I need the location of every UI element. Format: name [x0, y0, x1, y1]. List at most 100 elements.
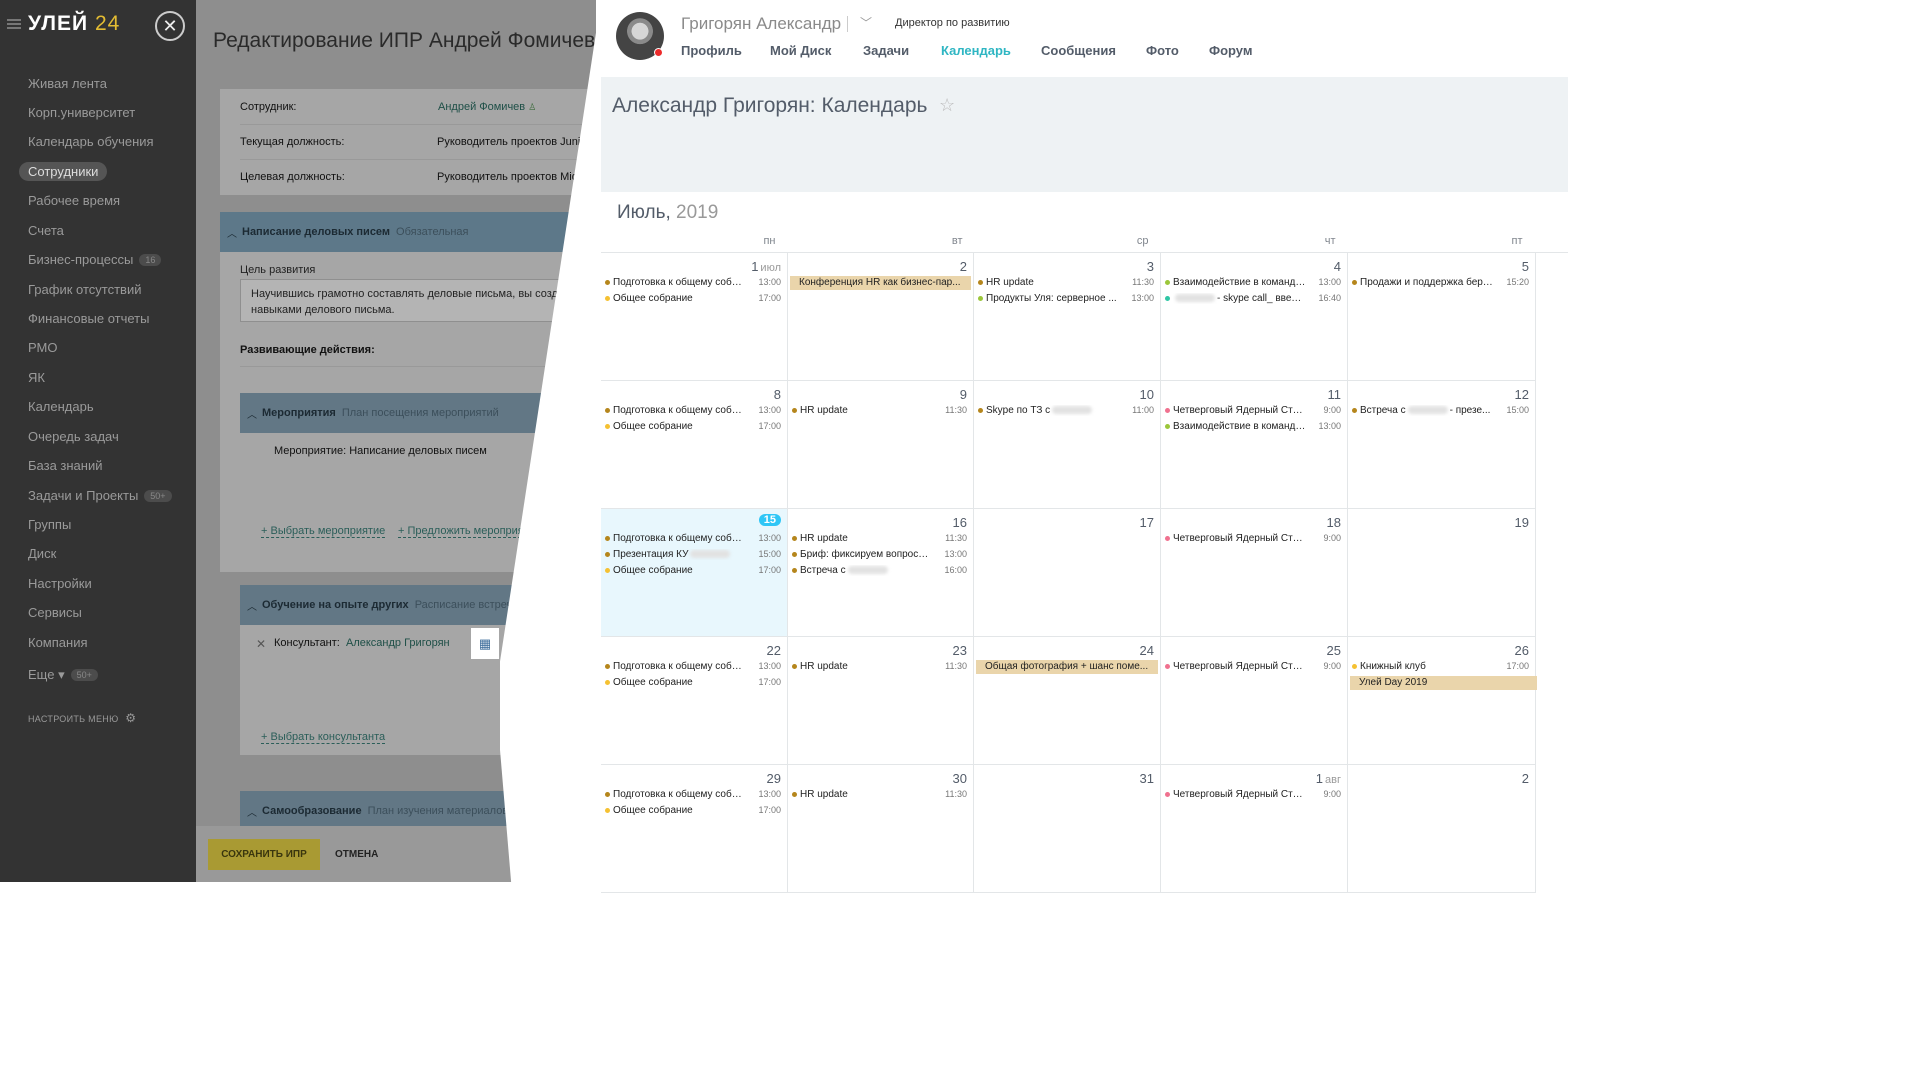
calendar-day[interactable]: 22 Подготовка к общему собра... 13:00 Общее… [601, 637, 788, 765]
calendar-event[interactable]: Четверговый Ядерный Стояк 9:00 [1165, 788, 1341, 802]
calendar-event[interactable]: HR update 11:30 [792, 532, 967, 546]
calendar-icon[interactable]: ▦ [471, 628, 499, 659]
star-icon[interactable]: ☆ [939, 95, 955, 116]
calendar-day[interactable]: 11 Четверговый Ядерный Стояк 9:00 Взаимодей… [1161, 381, 1348, 509]
calendar-day[interactable]: 17 [974, 509, 1161, 637]
calendar-event[interactable]: Подготовка к общему собра... 13:00 [605, 276, 781, 290]
section-business-letters[interactable]: ︿ Написание деловых писем Обязательная [220, 212, 592, 252]
calendar-event[interactable]: Подготовка к общему собра... 13:00 [605, 660, 781, 674]
calendar-event[interactable]: Продажи и поддержка беру... 15:20 [1352, 276, 1529, 290]
calendar-event[interactable]: Презентация КУ 15:00 [605, 548, 781, 562]
calendar-event[interactable]: Книжный клуб 17:00 [1352, 660, 1529, 674]
calendar-event[interactable]: Четверговый Ядерный Стояк 9:00 [1165, 532, 1341, 546]
tab-1[interactable]: Мой Диск [770, 43, 831, 58]
calendar-day[interactable]: 10 Skype по ТЗ с 11:00 [974, 381, 1161, 509]
calendar-event[interactable]: Взаимодействие в команде:... 13:00 [1165, 420, 1341, 434]
chevron-down-icon[interactable]: ﹀ [860, 14, 872, 31]
cancel-button[interactable]: ОТМЕНА [335, 849, 378, 860]
calendar-day[interactable]: 24 Общая фотография + шанс поме... [974, 637, 1161, 765]
calendar-event[interactable]: Общее собрание 17:00 [605, 804, 781, 818]
sidebar-item-3[interactable]: Сотрудники [19, 162, 108, 181]
choose-event-link[interactable]: + Выбрать мероприятие [261, 525, 386, 538]
calendar-day[interactable]: 29 Подготовка к общему собра... 13:00 Общее… [601, 765, 788, 893]
calendar-event[interactable]: - skype call_ введе... 16:40 [1165, 292, 1341, 306]
sidebar-item-17[interactable]: Настройки [28, 576, 92, 591]
calendar-event[interactable]: Продукты Уля: серверное ... 13:00 [978, 292, 1154, 306]
calendar-event[interactable]: Подготовка к общему собра... 13:00 [605, 532, 781, 546]
calendar-day[interactable]: 12 Встреча с- презе... 15:00 [1348, 381, 1536, 509]
calendar-day[interactable]: 31 [974, 765, 1161, 893]
consultant-link[interactable]: Александр Григорян [346, 637, 450, 649]
user-name[interactable]: Григорян Александр [681, 14, 841, 34]
sidebar-item-10[interactable]: ЯК [28, 370, 45, 385]
configure-menu-button[interactable]: НАСТРОИТЬ МЕНЮ ⚙ [28, 711, 136, 725]
calendar-day[interactable]: 5 Продажи и поддержка беру... 15:20 [1348, 253, 1536, 381]
calendar-day[interactable]: 30 HR update 11:30 [788, 765, 974, 893]
sidebar-item-5[interactable]: Счета [28, 223, 64, 238]
tab-0[interactable]: Профиль [681, 43, 742, 58]
calendar-event[interactable]: Бриф: фиксируем вопросы ... 13:00 [792, 548, 967, 562]
calendar-day[interactable]: 8 Подготовка к общему собра... 13:00 Общее … [601, 381, 788, 509]
calendar-event[interactable]: Общее собрание 17:00 [605, 676, 781, 690]
calendar-event[interactable]: Общее собрание 17:00 [605, 292, 781, 306]
choose-consultant-link[interactable]: + Выбрать консультанта [261, 731, 386, 744]
calendar-day[interactable]: 1 июл Подготовка к общему собра... 13:00 Общ… [601, 253, 788, 381]
calendar-day[interactable]: 2 [1348, 765, 1536, 893]
sidebar-item-7[interactable]: График отсутствий [28, 282, 141, 297]
sidebar-item-11[interactable]: Календарь [28, 399, 94, 414]
calendar-day[interactable]: 19 [1348, 509, 1536, 637]
calendar-day[interactable]: 9 HR update 11:30 [788, 381, 974, 509]
calendar-event[interactable]: HR update 11:30 [978, 276, 1154, 290]
calendar-day[interactable]: 26 Книжный клуб 17:00 Улей Day 2019 [1348, 637, 1537, 765]
calendar-day[interactable]: 23 HR update 11:30 [788, 637, 974, 765]
all-day-event[interactable]: Конференция HR как бизнес-пар... [790, 276, 971, 290]
sidebar-item-19[interactable]: Компания [28, 635, 88, 650]
save-ipr-button[interactable]: СОХРАНИТЬ ИПР [208, 839, 320, 870]
calendar-day[interactable]: 16 HR update 11:30 Бриф: фиксируем вопросы … [788, 509, 974, 637]
sidebar-item-12[interactable]: Очередь задач [28, 429, 119, 444]
tab-4[interactable]: Сообщения [1041, 43, 1116, 58]
calendar-event[interactable]: Skype по ТЗ с 11:00 [978, 404, 1154, 418]
calendar-day[interactable]: 15 Подготовка к общему собра... 13:00 Презе… [601, 509, 788, 637]
logo[interactable]: УЛЕЙ 24 [28, 12, 120, 36]
remove-icon[interactable]: ✕ [256, 637, 266, 651]
sidebar-item-18[interactable]: Сервисы [28, 605, 82, 620]
sidebar-item-1[interactable]: Корп.университет [28, 105, 135, 120]
calendar-event[interactable]: Общее собрание 17:00 [605, 420, 781, 434]
tab-6[interactable]: Форум [1209, 43, 1252, 58]
sidebar-item-14[interactable]: Задачи и Проекты 50+ [28, 488, 172, 503]
calendar-event[interactable]: Встреча с 16:00 [792, 564, 967, 578]
close-icon[interactable]: ✕ [155, 11, 185, 41]
calendar-event[interactable]: HR update 11:30 [792, 404, 967, 418]
employee-link[interactable]: Андрей Фомичев ♙ [438, 101, 536, 113]
calendar-day[interactable]: 18 Четверговый Ядерный Стояк 9:00 [1161, 509, 1348, 637]
calendar-day[interactable]: 1 авг Четверговый Ядерный Стояк 9:00 [1161, 765, 1348, 893]
sidebar-item-16[interactable]: Диск [28, 546, 56, 561]
calendar-event[interactable]: Подготовка к общему собра... 13:00 [605, 404, 781, 418]
tab-5[interactable]: Фото [1146, 43, 1179, 58]
calendar-day[interactable]: 3 HR update 11:30 Продукты Уля: серверное .… [974, 253, 1161, 381]
calendar-event[interactable]: Четверговый Ядерный Стояк 9:00 [1165, 660, 1341, 674]
calendar-day[interactable]: 2 Конференция HR как бизнес-пар... [788, 253, 974, 381]
sidebar-item-20[interactable]: Еще ▾ 50+ [28, 667, 98, 683]
sidebar-item-13[interactable]: База знаний [28, 458, 103, 473]
calendar-day[interactable]: 25 Четверговый Ядерный Стояк 9:00 [1161, 637, 1348, 765]
sidebar-item-2[interactable]: Календарь обучения [28, 134, 154, 149]
menu-icon[interactable] [7, 19, 21, 29]
sidebar-item-0[interactable]: Живая лента [28, 76, 107, 91]
calendar-event[interactable]: Встреча с- презе... 15:00 [1352, 404, 1529, 418]
calendar-event[interactable]: HR update 11:30 [792, 788, 967, 802]
goal-textarea[interactable]: Научившись грамотно составлять деловые п… [240, 279, 592, 322]
calendar-event[interactable]: Четверговый Ядерный Стояк 9:00 [1165, 404, 1341, 418]
all-day-event[interactable]: Общая фотография + шанс поме... [976, 660, 1158, 674]
sidebar-item-15[interactable]: Группы [28, 517, 71, 532]
calendar-day[interactable]: 4 Взаимодействие в команде:... 13:00 - skyp… [1161, 253, 1348, 381]
tab-2[interactable]: Задачи [863, 43, 909, 58]
tab-3[interactable]: Календарь [941, 43, 1011, 58]
calendar-event[interactable]: Подготовка к общему собра... 13:00 [605, 788, 781, 802]
calendar-event[interactable]: Взаимодействие в команде:... 13:00 [1165, 276, 1341, 290]
sidebar-item-9[interactable]: РМО [28, 340, 57, 355]
calendar-event[interactable]: HR update 11:30 [792, 660, 967, 674]
sidebar-item-8[interactable]: Финансовые отчеты [28, 311, 149, 326]
calendar-event[interactable]: Общее собрание 17:00 [605, 564, 781, 578]
